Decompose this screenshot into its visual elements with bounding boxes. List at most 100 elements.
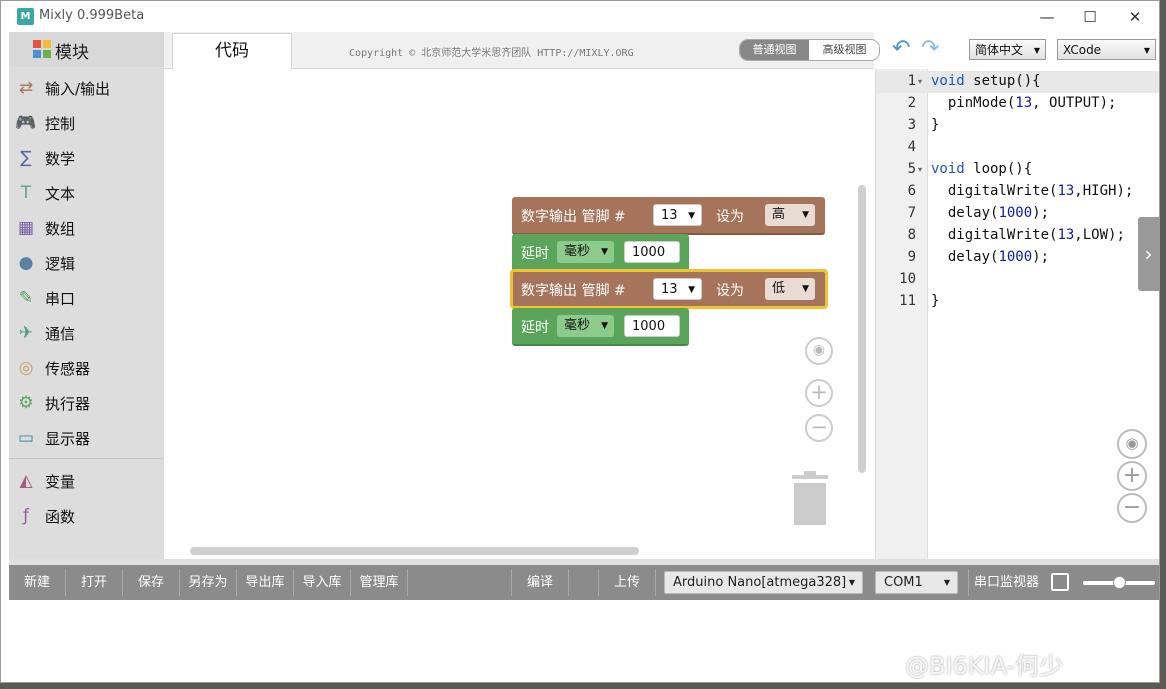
manage-library-button[interactable]: 管理库 bbox=[351, 565, 407, 600]
board-select[interactable]: Arduino Nano[atmega328] ▼ bbox=[664, 571, 863, 594]
close-button[interactable]: ✕ bbox=[1120, 5, 1150, 29]
toolbar-separator bbox=[568, 569, 569, 596]
category-icon: ƒ bbox=[23, 506, 29, 526]
sidebar-item-7[interactable]: ✈ 通信 bbox=[9, 315, 164, 350]
undo-icon[interactable]: ↶ bbox=[892, 38, 910, 60]
category-icon: T bbox=[20, 183, 32, 203]
workspace-horizontal-scrollbar[interactable] bbox=[190, 547, 639, 555]
category-icon: ⇄ bbox=[18, 78, 34, 98]
sidebar-item-label: 通信 bbox=[45, 325, 76, 343]
bottom-toolbar: 新建 打开 保存 另存为 导出库 导入库 管理库 编译 上传 Arduino N… bbox=[9, 565, 1159, 600]
view-advanced-button[interactable]: 高级视图 bbox=[810, 40, 879, 60]
sidebar-item-8[interactable]: ◎ 传感器 bbox=[9, 350, 164, 385]
sidebar-item-1[interactable]: 🎮 控制 bbox=[9, 105, 164, 140]
delay-value-field[interactable]: 1000 bbox=[624, 315, 680, 337]
language-select[interactable]: 简体中文 ▼ bbox=[969, 39, 1046, 60]
code-line[interactable]: digitalWrite(13,LOW); bbox=[931, 227, 1125, 243]
minimize-button[interactable]: — bbox=[1032, 5, 1062, 29]
zoom-in-icon[interactable]: + bbox=[805, 379, 833, 407]
compile-button[interactable]: 编译 bbox=[512, 565, 568, 600]
theme-select[interactable]: XCode ▼ bbox=[1057, 39, 1156, 60]
open-button[interactable]: 打开 bbox=[66, 565, 122, 600]
code-line[interactable]: digitalWrite(13,HIGH); bbox=[931, 183, 1133, 199]
pin-dropdown[interactable]: 13 ▼ bbox=[653, 204, 702, 226]
app-logo-icon: M bbox=[17, 8, 34, 25]
line-number: 2 bbox=[907, 95, 916, 111]
block-label: 延时 bbox=[521, 320, 549, 336]
delay-block-2[interactable]: 延时 毫秒 ▼ 1000 bbox=[512, 308, 689, 346]
save-button[interactable]: 保存 bbox=[123, 565, 179, 600]
code-editor[interactable]: 1 ▾ 2 3 4 5 ▾ 6 7 8 9 10 11 void setup(){ pinMode(13,… bbox=[875, 69, 1159, 559]
watermark-text: @BI6KIA-何少 bbox=[905, 652, 1064, 680]
sidebar-item-label: 显示器 bbox=[45, 430, 91, 448]
code-line[interactable]: pinMode(13, OUTPUT); bbox=[931, 95, 1117, 111]
chevron-right-icon[interactable]: › bbox=[1138, 217, 1159, 291]
delay-block-1[interactable]: 延时 毫秒 ▼ 1000 bbox=[512, 234, 689, 272]
line-number: 3 bbox=[907, 117, 916, 133]
chevron-down-icon: ▼ bbox=[1033, 46, 1040, 55]
category-icon: ◭ bbox=[19, 471, 33, 491]
trash-icon[interactable] bbox=[790, 471, 830, 525]
category-icon: ⚙ bbox=[18, 393, 34, 413]
sidebar-item-label: 数学 bbox=[45, 150, 76, 168]
delay-value: 1000 bbox=[632, 245, 666, 260]
sidebar-item-11[interactable]: ◭ 变量 bbox=[9, 463, 164, 498]
digital-write-block-1[interactable]: 数字输出 管脚 # 13 ▼ 设为 高 ▼ bbox=[512, 197, 825, 235]
category-icon: ● bbox=[18, 253, 34, 273]
view-normal-button[interactable]: 普通视图 bbox=[740, 40, 809, 60]
editor-recenter-icon[interactable]: ◉ bbox=[1117, 429, 1147, 459]
export-library-button[interactable]: 导出库 bbox=[237, 565, 293, 600]
sidebar-item-3[interactable]: T 文本 bbox=[9, 175, 164, 210]
chevron-down-icon: ▼ bbox=[943, 578, 950, 587]
chip-icon[interactable] bbox=[1051, 573, 1069, 591]
toolbar-separator bbox=[655, 569, 656, 596]
import-library-button[interactable]: 导入库 bbox=[294, 565, 350, 600]
sidebar-divider bbox=[9, 458, 164, 459]
save-as-button[interactable]: 另存为 bbox=[180, 565, 236, 600]
code-line[interactable]: } bbox=[931, 117, 939, 133]
sidebar-item-6[interactable]: ✎ 串口 bbox=[9, 280, 164, 315]
sidebar-header-label: 模块 bbox=[55, 43, 89, 63]
unit-dropdown[interactable]: 毫秒 ▼ bbox=[557, 241, 614, 263]
level-dropdown[interactable]: 高 ▼ bbox=[765, 204, 815, 226]
tab-code[interactable]: 代码 bbox=[172, 33, 292, 69]
upload-button[interactable]: 上传 bbox=[599, 565, 655, 600]
zoom-out-icon[interactable]: − bbox=[805, 414, 833, 442]
unit-dropdown[interactable]: 毫秒 ▼ bbox=[557, 315, 614, 337]
sidebar-item-5[interactable]: ● 逻辑 bbox=[9, 245, 164, 280]
chevron-down-icon: ▼ bbox=[601, 247, 608, 257]
view-mode-toggle: 普通视图 高级视图 bbox=[739, 39, 880, 61]
fold-toggle-icon[interactable]: ▾ bbox=[918, 77, 922, 86]
category-icon: ✎ bbox=[18, 288, 34, 308]
serial-monitor-button[interactable]: 串口监视器 bbox=[969, 565, 1044, 600]
new-button[interactable]: 新建 bbox=[9, 565, 65, 600]
port-select[interactable]: COM1 ▼ bbox=[875, 571, 958, 594]
theme-value: XCode bbox=[1063, 43, 1102, 57]
workspace-vertical-scrollbar[interactable] bbox=[858, 185, 866, 473]
app-window: M Mixly 0.999Beta — ☐ ✕ 模块 ⇄ 输入/输出 🎮 控制 ∑ 数学 T… bbox=[0, 0, 1160, 683]
chevron-down-icon: ▼ bbox=[802, 210, 809, 220]
editor-zoom-out-icon[interactable]: − bbox=[1117, 493, 1147, 523]
sidebar-item-4[interactable]: ▦ 数组 bbox=[9, 210, 164, 245]
sidebar-item-label: 逻辑 bbox=[45, 255, 76, 273]
sidebar-item-0[interactable]: ⇄ 输入/输出 bbox=[9, 70, 164, 105]
sidebar-item-9[interactable]: ⚙ 执行器 bbox=[9, 385, 164, 420]
maximize-button[interactable]: ☐ bbox=[1075, 5, 1105, 29]
code-line[interactable]: } bbox=[931, 293, 939, 309]
sidebar-item-12[interactable]: ƒ 函数 bbox=[9, 498, 164, 533]
sidebar-item-10[interactable]: ▭ 显示器 bbox=[9, 420, 164, 455]
redo-icon[interactable]: ↷ bbox=[921, 38, 939, 60]
zoom-slider-handle[interactable] bbox=[1113, 576, 1126, 589]
code-line[interactable]: void setup(){ bbox=[931, 73, 1041, 89]
recenter-icon[interactable]: ◉ bbox=[805, 337, 833, 365]
fold-toggle-icon[interactable]: ▾ bbox=[918, 165, 922, 174]
code-line[interactable]: void loop(){ bbox=[931, 161, 1032, 177]
sidebar-item-label: 输入/输出 bbox=[45, 80, 111, 98]
code-line[interactable]: delay(1000); bbox=[931, 205, 1049, 221]
editor-zoom-in-icon[interactable]: + bbox=[1117, 461, 1147, 491]
sidebar-item-2[interactable]: ∑ 数学 bbox=[9, 140, 164, 175]
blockly-workspace[interactable]: 数字输出 管脚 # 13 ▼ 设为 高 ▼ 延时 毫秒 ▼ 1000 数字输出 管脚 … bbox=[164, 69, 869, 559]
toolbar-separator bbox=[407, 569, 408, 596]
code-line[interactable]: delay(1000); bbox=[931, 249, 1049, 265]
delay-value-field[interactable]: 1000 bbox=[624, 241, 680, 263]
